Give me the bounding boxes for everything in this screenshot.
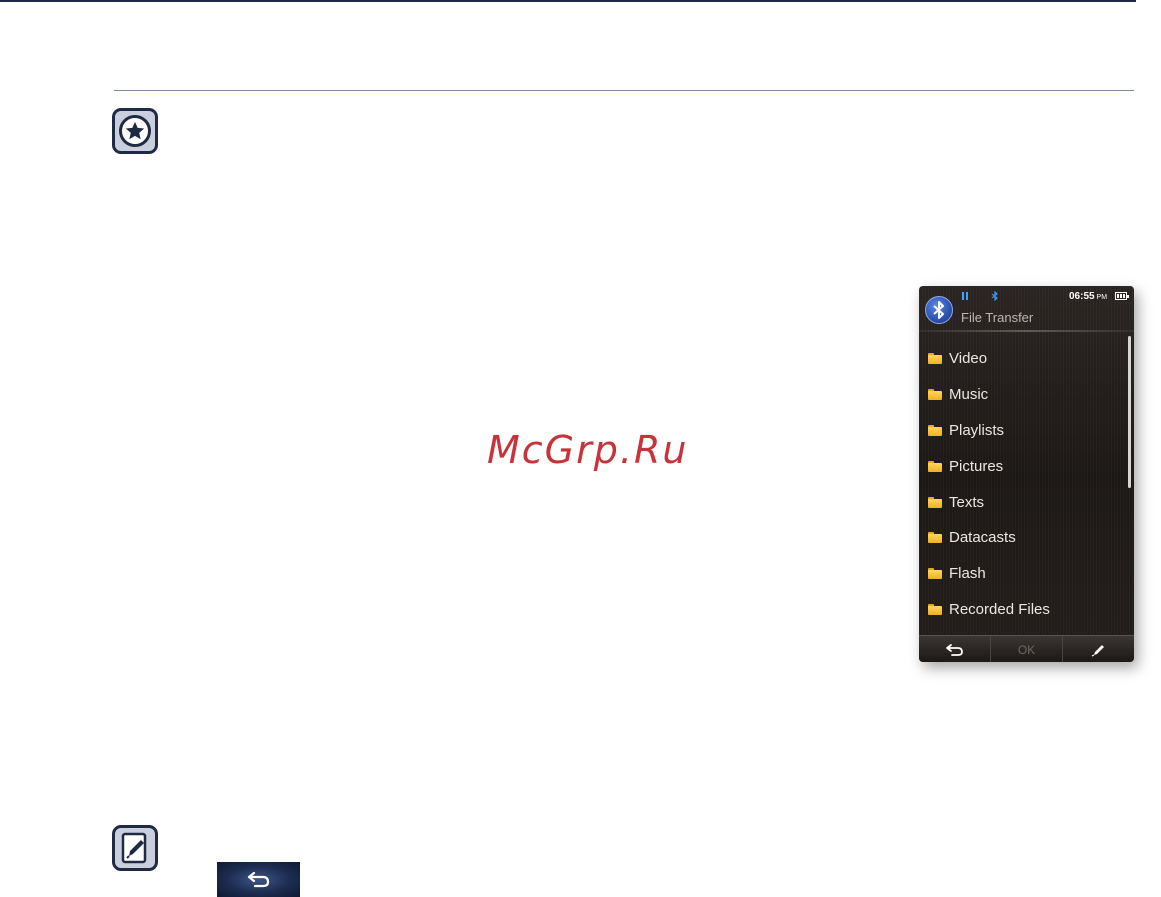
- folder-icon: [928, 460, 942, 472]
- folder-item-flash[interactable]: Flash: [919, 556, 1124, 592]
- edit-pen-icon: [1091, 644, 1104, 657]
- folder-label: Pictures: [949, 457, 1004, 475]
- tip-star-icon: [112, 108, 158, 154]
- pencil-icon: [121, 832, 147, 864]
- top-rule: [0, 0, 1136, 2]
- scrollbar[interactable]: [1128, 336, 1131, 488]
- back-button-sample: [217, 862, 300, 897]
- folder-icon: [928, 568, 942, 580]
- bluetooth-status-icon: [991, 291, 998, 301]
- folder-label: Music: [949, 386, 989, 404]
- section-divider: [114, 90, 1134, 91]
- folder-label: Datacasts: [949, 529, 1016, 547]
- folder-icon: [928, 389, 942, 401]
- edit-button[interactable]: [1063, 636, 1134, 662]
- bluetooth-icon: [925, 296, 953, 324]
- back-button[interactable]: [919, 636, 991, 662]
- pause-indicator-icon: [962, 292, 968, 300]
- folder-item-pictures[interactable]: Pictures: [919, 448, 1124, 484]
- folder-item-datacasts[interactable]: Datacasts: [919, 520, 1124, 556]
- title-separator: [919, 330, 1134, 332]
- folder-icon: [928, 424, 942, 436]
- clock: 06:55 PM: [1069, 291, 1108, 302]
- ok-label: OK: [1017, 642, 1036, 657]
- folder-item-music[interactable]: Music: [919, 377, 1124, 413]
- ok-button[interactable]: OK: [991, 636, 1063, 662]
- folder-item-video[interactable]: Video: [919, 341, 1124, 377]
- back-arrow-icon: [945, 643, 963, 656]
- folder-label: Texts: [949, 493, 985, 511]
- folder-icon: [928, 496, 942, 508]
- folder-item-texts[interactable]: Texts: [919, 484, 1124, 520]
- folder-item-recorded-files[interactable]: Recorded Files: [919, 592, 1124, 628]
- battery-icon: [1115, 292, 1129, 300]
- bottom-bar: OK: [919, 635, 1134, 662]
- back-arrow-icon: [247, 871, 269, 887]
- folder-label: Video: [949, 350, 988, 368]
- folder-icon: [928, 532, 942, 544]
- folder-icon: [928, 353, 942, 365]
- folder-label: Flash: [949, 565, 986, 583]
- star-icon: [125, 121, 145, 140]
- folder-label: Playlists: [949, 421, 1005, 439]
- screen-title: File Transfer: [961, 310, 1034, 325]
- folder-item-playlists[interactable]: Playlists: [919, 413, 1124, 449]
- folder-icon: [928, 603, 942, 615]
- folder-list: Video Music Playlists Pictures Texts Dat…: [919, 341, 1124, 627]
- device-screen: 06:55 PM File Transfer Video Music Playl…: [919, 286, 1134, 662]
- note-pencil-icon: [112, 825, 158, 871]
- folder-label: Recorded Files: [949, 600, 1050, 618]
- watermark: McGrp.Ru: [487, 428, 689, 472]
